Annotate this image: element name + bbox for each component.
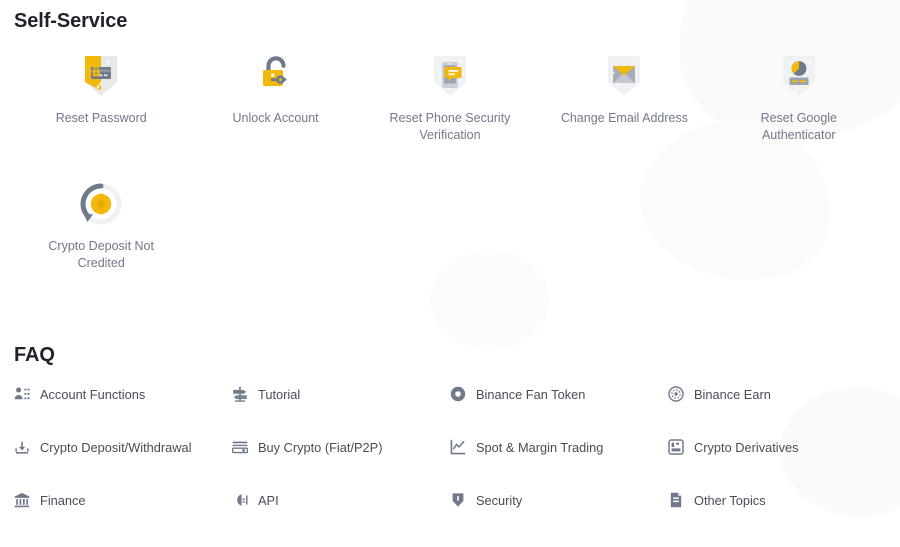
self-service-item-label: Reset Password <box>55 111 147 125</box>
self-service-item-label: Change Email Address <box>560 111 688 125</box>
faq-item-label: Spot & Margin Trading <box>476 439 604 455</box>
faq-item-label: Account Functions <box>40 386 146 402</box>
self-service-item-label: Reset Phone Security Verification <box>389 111 511 142</box>
unlocked-padlock-key-icon <box>248 48 304 104</box>
self-service-item-label: Crypto Deposit Not Credited <box>48 239 154 270</box>
faq-item-other-topics[interactable]: Other Topics <box>668 492 886 508</box>
faq-item-label: Crypto Derivatives <box>694 439 799 455</box>
self-service-item-label: Unlock Account <box>232 111 319 125</box>
deposit-withdraw-arrow-icon <box>14 439 30 455</box>
faq-item-label: Buy Crypto (Fiat/P2P) <box>258 439 383 455</box>
self-service-item-change-email-address[interactable]: Change Email Address <box>537 48 711 144</box>
shield-phone-message-icon <box>422 48 478 104</box>
user-list-icon <box>14 386 30 402</box>
faq-item-spot-margin-trading[interactable]: Spot & Margin Trading <box>450 439 668 455</box>
self-service-item-reset-google-authenticator[interactable]: Reset Google Authenticator <box>712 48 886 144</box>
faq-item-label: Binance Earn <box>694 386 771 402</box>
self-service-item-reset-password[interactable]: Reset Password <box>14 48 188 144</box>
faq-item-security[interactable]: Security <box>450 492 668 508</box>
self-service-item-unlock-account[interactable]: Unlock Account <box>188 48 362 144</box>
self-service-section-title: Self-Service <box>14 10 128 32</box>
dotted-circle-earn-icon <box>668 386 684 402</box>
plug-icon <box>232 492 248 508</box>
self-service-item-crypto-deposit-not-credited[interactable]: Crypto Deposit Not Credited <box>14 176 188 272</box>
faq-item-label: API <box>258 492 279 508</box>
faq-item-label: Other Topics <box>694 492 766 508</box>
self-service-item-label: Reset Google Authenticator <box>760 111 837 142</box>
faq-item-account-functions[interactable]: Account Functions <box>14 386 232 402</box>
bar-chart-box-icon <box>668 439 684 455</box>
faq-item-tutorial[interactable]: Tutorial <box>232 386 450 402</box>
document-icon <box>668 492 684 508</box>
refresh-coin-icon <box>73 176 129 232</box>
shield-envelope-icon <box>596 48 652 104</box>
banknote-icon <box>232 439 248 455</box>
bank-icon <box>14 492 30 508</box>
faq-grid: Account Functions Tutorial Binance Fan T… <box>14 386 886 508</box>
faq-item-finance[interactable]: Finance <box>14 492 232 508</box>
line-chart-icon <box>450 439 466 455</box>
faq-item-crypto-deposit-withdrawal[interactable]: Crypto Deposit/Withdrawal <box>14 439 232 455</box>
self-service-item-reset-phone-security-verification[interactable]: Reset Phone Security Verification <box>363 48 537 144</box>
faq-item-api[interactable]: API <box>232 492 450 508</box>
faq-item-label: Security <box>476 492 523 508</box>
faq-item-binance-fan-token[interactable]: Binance Fan Token <box>450 386 668 402</box>
faq-item-label: Binance Fan Token <box>476 386 586 402</box>
filled-circle-token-icon <box>450 386 466 402</box>
faq-item-binance-earn[interactable]: Binance Earn <box>668 386 886 402</box>
faq-item-label: Tutorial <box>258 386 301 402</box>
shield-icon <box>450 492 466 508</box>
faq-item-label: Crypto Deposit/Withdrawal <box>40 439 192 455</box>
self-service-faq-page: Self-Service Reset Password Unlock Accou… <box>0 0 900 547</box>
faq-item-label: Finance <box>40 492 86 508</box>
self-service-grid: Reset Password Unlock Account Reset Phon… <box>14 48 886 272</box>
faq-item-crypto-derivatives[interactable]: Crypto Derivatives <box>668 439 886 455</box>
signpost-icon <box>232 386 248 402</box>
faq-item-buy-crypto-fiat-p2p[interactable]: Buy Crypto (Fiat/P2P) <box>232 439 450 455</box>
shield-pie-authenticator-icon <box>771 48 827 104</box>
shield-card-lock-icon <box>73 48 129 104</box>
faq-section-title: FAQ <box>14 344 55 366</box>
